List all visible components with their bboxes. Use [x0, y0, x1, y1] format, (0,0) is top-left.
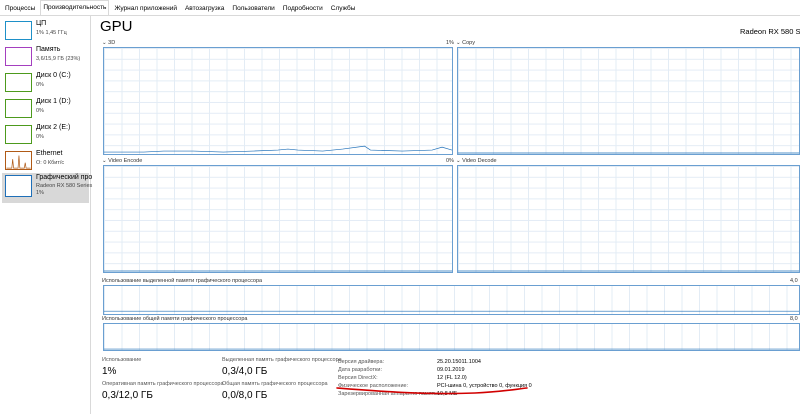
ethernet-thumbnail: [5, 151, 32, 170]
red-underline-annotation: [336, 387, 528, 395]
graph-3d-title: 3D: [108, 40, 116, 46]
disk-thumbnail: [5, 73, 32, 92]
tab-startup[interactable]: Автозагрузка: [182, 2, 227, 15]
sidebar-item-label: Диск 0 (C:): [36, 72, 71, 79]
driver-version-value: 25.20.15011.1004: [437, 359, 481, 365]
sidebar: ЦП 1% 1,45 ГГц Память 3,6/15,9 ГБ (23%) …: [0, 16, 93, 414]
tab-app-history[interactable]: Журнал приложений: [111, 2, 180, 15]
sidebar-item-sub: 0%: [36, 82, 44, 88]
dedicated-memory-graph-label: Использование выделенной памяти графичес…: [102, 278, 263, 284]
graph-decode-label[interactable]: ⌄ Video Decode: [456, 158, 497, 164]
usage-label: Использование: [102, 357, 142, 363]
ethernet-activity-icon: [6, 155, 31, 169]
driver-version-label: Версия драйвера:: [338, 359, 385, 365]
sidebar-item-memory[interactable]: Память 3,6/15,9 ГБ (23%): [2, 45, 89, 69]
shared-memory-graph-max: 8,0: [790, 316, 798, 322]
graph-video-encode: [103, 165, 453, 273]
graph-decode-title: Video Decode: [462, 158, 497, 164]
sidebar-item-usage: 1%: [36, 190, 44, 196]
shared-memory-graph: [103, 323, 800, 351]
graph-encode-line: [104, 270, 452, 272]
sidebar-item-label: Диск 2 (E:): [36, 124, 71, 131]
driver-date-label: Дата разработки:: [338, 367, 383, 373]
sidebar-item-label: Память: [36, 46, 61, 53]
graph-encode-title: Video Encode: [108, 158, 143, 164]
sidebar-item-disk-2[interactable]: Диск 2 (E:) 0%: [2, 123, 89, 147]
tab-services[interactable]: Службы: [328, 2, 359, 15]
memory-thumbnail: [5, 47, 32, 66]
disk-thumbnail: [5, 125, 32, 144]
gpu-memory-label: Оперативная память графического процессо…: [102, 381, 224, 387]
dedicated-memory-graph: [103, 285, 800, 315]
shared-memory-line: [104, 348, 799, 350]
sidebar-item-sub: 0%: [36, 134, 44, 140]
sidebar-item-sub: О: 0 Кбит/с: [36, 160, 65, 166]
tab-processes[interactable]: Процессы: [2, 2, 38, 15]
gpu-memory-value: 0,3/12,0 ГБ: [102, 390, 153, 401]
sidebar-item-disk-0[interactable]: Диск 0 (C:) 0%: [2, 71, 89, 95]
page-title: GPU: [100, 18, 133, 35]
tab-users[interactable]: Пользователи: [229, 2, 277, 15]
sidebar-item-sub: 1% 1,45 ГГц: [36, 30, 67, 36]
shared-memory-value: 0,0/8,0 ГБ: [222, 390, 268, 401]
usage-value: 1%: [102, 366, 117, 377]
sidebar-item-sub: 0%: [36, 108, 44, 114]
shared-memory-label: Общая память графического процессора: [222, 381, 328, 387]
dedicated-memory-value: 0,3/4,0 ГБ: [222, 366, 268, 377]
sidebar-item-label: Графический про: [36, 174, 93, 181]
sidebar-item-gpu[interactable]: Графический про Radeon RX 580 Series 1%: [2, 173, 93, 203]
shared-memory-graph-label: Использование общей памяти графического …: [102, 316, 248, 322]
graph-copy-line: [458, 152, 799, 154]
sidebar-item-ethernet[interactable]: Ethernet О: 0 Кбит/с: [2, 149, 89, 173]
graph-3d-label[interactable]: ⌄ 3D: [102, 40, 115, 46]
directx-version-label: Версия DirectX:: [338, 375, 378, 381]
graph-3d-percent: 1%: [446, 40, 454, 46]
directx-version-value: 12 (FL 12.0): [437, 375, 467, 381]
graph-3d: [103, 47, 453, 155]
sidebar-item-disk-1[interactable]: Диск 1 (D:) 0%: [2, 97, 89, 121]
dedicated-memory-label: Выделенная память графического процессор…: [222, 357, 342, 363]
sidebar-item-label: Диск 1 (D:): [36, 98, 71, 105]
dedicated-memory-graph-max: 4,0: [790, 278, 798, 284]
sidebar-item-cpu[interactable]: ЦП 1% 1,45 ГГц: [2, 19, 89, 43]
graph-copy: [457, 47, 800, 155]
tab-performance[interactable]: Производительность: [40, 0, 110, 15]
graph-copy-title: Copy: [462, 40, 475, 46]
sidebar-item-sub: Radeon RX 580 Series: [36, 183, 93, 189]
graph-3d-line: [104, 145, 452, 153]
dedicated-memory-line: [104, 310, 799, 312]
cpu-thumbnail: [5, 21, 32, 40]
graph-encode-percent: 0%: [446, 158, 454, 164]
sidebar-item-label: ЦП: [36, 20, 47, 27]
gpu-model: Radeon RX 580 Series: [740, 27, 800, 36]
gpu-thumbnail: [5, 175, 32, 197]
disk-thumbnail: [5, 99, 32, 118]
tab-bar: Процессы Производительность Журнал прило…: [0, 0, 800, 16]
graph-decode-line: [458, 270, 799, 272]
graph-encode-label[interactable]: ⌄ Video Encode: [102, 158, 142, 164]
graph-copy-label[interactable]: ⌄ Copy: [456, 40, 475, 46]
sidebar-item-sub: 3,6/15,9 ГБ (23%): [36, 56, 81, 62]
sidebar-item-label: Ethernet: [36, 150, 63, 157]
tab-details[interactable]: Подробности: [280, 2, 326, 15]
driver-date-value: 09.01.2019: [437, 367, 465, 373]
graph-video-decode: [457, 165, 800, 273]
